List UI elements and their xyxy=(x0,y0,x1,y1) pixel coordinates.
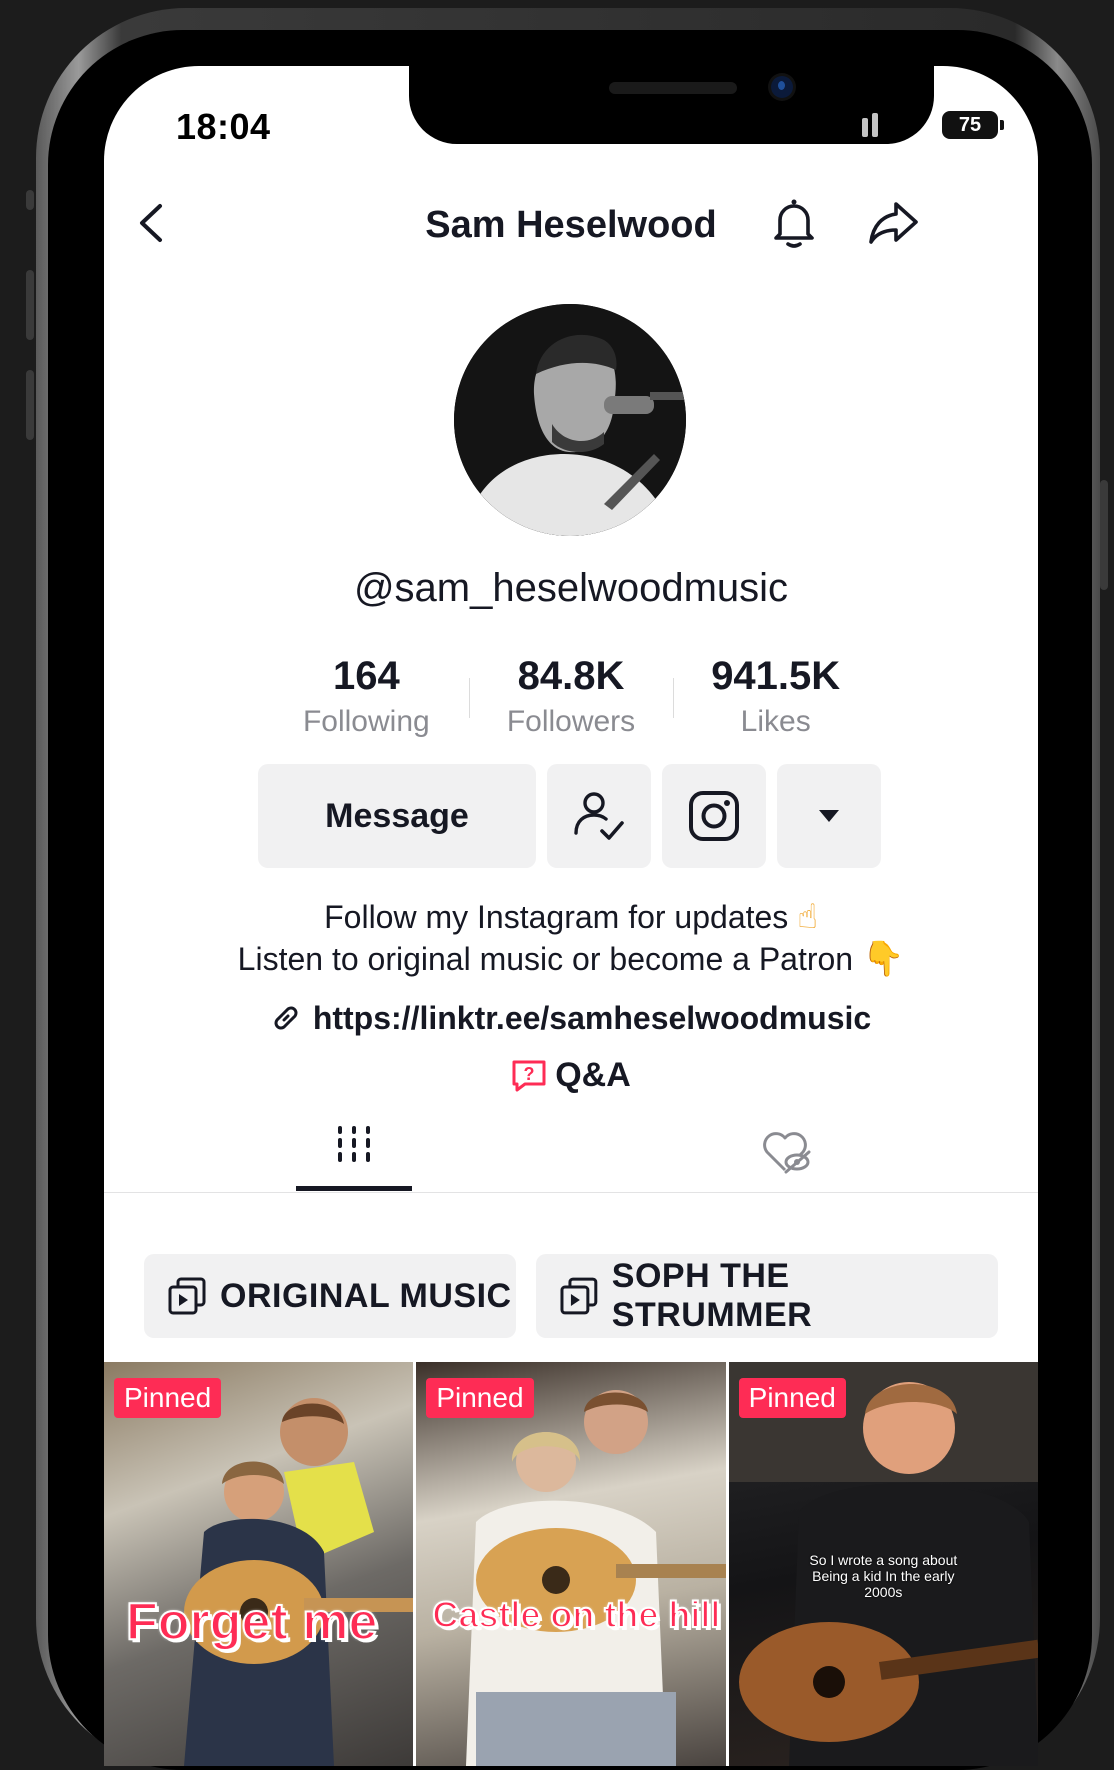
video-caption: So I wrote a song about Being a kid In t… xyxy=(809,1552,958,1600)
pointing-down-emoji: 👇 xyxy=(861,940,905,978)
pinned-badge: Pinned xyxy=(738,1378,846,1418)
following-button[interactable] xyxy=(547,764,651,868)
video-thumbnail-art xyxy=(184,1398,414,1766)
speaker xyxy=(609,82,737,94)
volume-up-button xyxy=(26,270,34,340)
power-button xyxy=(1100,480,1108,590)
friend-check-icon xyxy=(574,792,624,840)
playlist-icon xyxy=(168,1277,206,1315)
link-icon xyxy=(274,1006,298,1030)
dropdown-icon xyxy=(819,810,839,822)
tab-videos[interactable] xyxy=(296,1116,412,1192)
active-tab-indicator xyxy=(296,1186,412,1191)
video-caption: Castle on the hill xyxy=(431,1593,721,1636)
bio-line-2: Listen to original music or become a Pat… xyxy=(237,941,854,977)
playlist-soph-the-strummer[interactable]: SOPH THE STRUMMER xyxy=(536,1254,998,1338)
bio: Follow my Instagram for updates ☝ Listen… xyxy=(104,896,1038,980)
avatar-photo xyxy=(454,304,686,536)
instagram-button[interactable] xyxy=(662,764,766,868)
playlist-original-music[interactable]: ORIGINAL MUSIC xyxy=(144,1254,516,1338)
wifi-icon xyxy=(894,113,926,135)
status-indicators: 75 xyxy=(842,110,1004,140)
share-icon[interactable] xyxy=(866,196,922,248)
more-options-button[interactable] xyxy=(777,764,881,868)
status-time: 18:04 xyxy=(176,106,271,147)
qa-link[interactable]: ? Q&A xyxy=(104,1056,1038,1095)
side-switch xyxy=(26,190,34,210)
video-thumbnail[interactable]: Pinned Castle on the hill xyxy=(416,1362,726,1766)
video-thumbnail[interactable]: Pinned Forget me xyxy=(104,1362,414,1766)
profile-tabs xyxy=(104,1116,1038,1193)
front-camera xyxy=(771,76,793,98)
bell-icon[interactable] xyxy=(766,194,822,250)
volume-down-button xyxy=(26,370,34,440)
pinned-badge: Pinned xyxy=(426,1378,534,1418)
stat-label: Following xyxy=(302,705,430,738)
video-thumbnail-art xyxy=(466,1390,726,1766)
cellular-signal-icon xyxy=(842,113,878,137)
pinned-badge: Pinned xyxy=(114,1378,222,1418)
qa-label: Q&A xyxy=(555,1056,631,1094)
stat-following[interactable]: 164 Following xyxy=(264,652,469,752)
video-grid: Pinned Forget me Pinned Castle on the hi… xyxy=(104,1362,1038,1766)
profile-stats: 164 Following 84.8K Followers 941.5K Lik… xyxy=(264,652,878,752)
username-handle: @sam_heselwoodmusic xyxy=(353,566,789,610)
pointing-up-emoji: ☝ xyxy=(797,898,818,936)
video-caption: Forget me xyxy=(125,1592,378,1652)
playlist-icon xyxy=(560,1277,598,1315)
playlist-label: SOPH THE STRUMMER xyxy=(611,1257,813,1334)
tab-liked[interactable] xyxy=(759,1128,811,1176)
avatar[interactable] xyxy=(454,304,686,536)
stat-label: Followers xyxy=(506,705,636,738)
message-button[interactable]: Message xyxy=(258,764,536,868)
stat-followers[interactable]: 84.8K Followers xyxy=(468,652,674,752)
screen: 18:04 75 Sam Heselwood @sam_heselwoodmus… xyxy=(104,66,1038,1766)
stat-likes[interactable]: 941.5K Likes xyxy=(673,652,878,752)
stat-value: 164 xyxy=(332,654,400,698)
bio-line-1: Follow my Instagram for updates xyxy=(324,899,789,935)
liked-hidden-icon xyxy=(763,1132,811,1174)
qa-icon: ? xyxy=(512,1060,546,1092)
videos-grid-icon xyxy=(338,1126,370,1162)
stat-value: 84.8K xyxy=(517,654,625,698)
svg-text:?: ? xyxy=(524,1064,535,1084)
stat-value: 941.5K xyxy=(711,654,841,698)
link-text: https://linktr.ee/samheselwoodmusic xyxy=(312,1000,872,1036)
video-thumbnail[interactable]: Pinned So I wrote a song about Being a k… xyxy=(728,1362,1038,1766)
stat-label: Likes xyxy=(740,705,811,738)
playlist-label: ORIGINAL MUSIC xyxy=(220,1276,512,1315)
profile-link[interactable]: https://linktr.ee/samheselwoodmusic xyxy=(104,1000,1038,1037)
battery-indicator: 75 xyxy=(942,111,1004,139)
instagram-icon xyxy=(689,791,739,841)
